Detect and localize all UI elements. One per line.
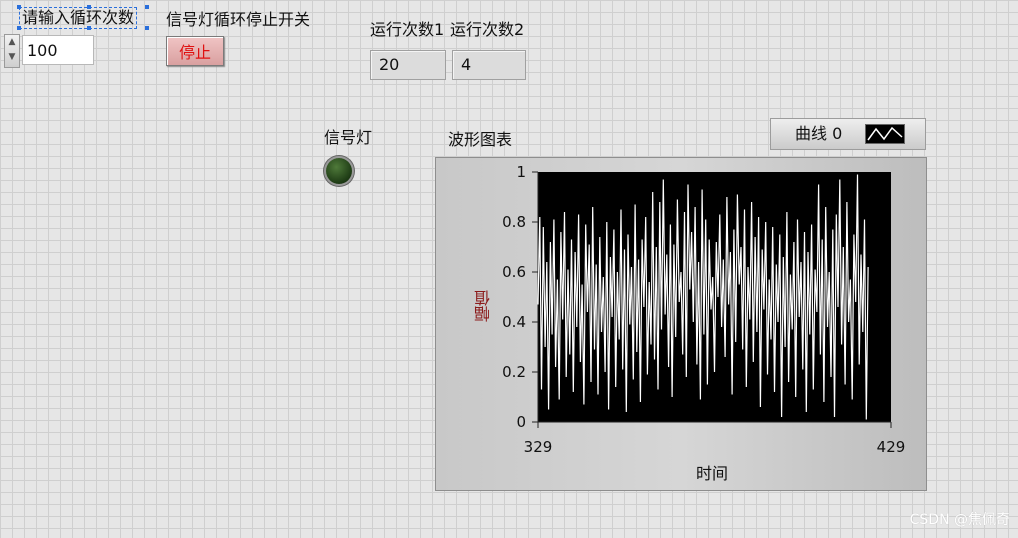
waveform-chart: 0 0.2 0.4 0.6 0.8 1 329 429	[502, 163, 906, 456]
y-tick-label: 0.4	[502, 313, 526, 331]
y-axis-title: 幅值	[474, 290, 493, 322]
y-tick-label: 1	[516, 163, 526, 181]
y-tick-label: 0.2	[502, 363, 526, 381]
y-tick-label: 0.8	[502, 213, 526, 231]
x-axis-title: 时间	[696, 464, 729, 483]
watermark: CSDN @焦佩奇	[909, 512, 1010, 528]
x-tick-label: 329	[524, 438, 553, 456]
y-tick-label: 0	[516, 413, 526, 431]
x-tick-label: 429	[877, 438, 906, 456]
y-tick-label: 0.6	[502, 263, 526, 281]
